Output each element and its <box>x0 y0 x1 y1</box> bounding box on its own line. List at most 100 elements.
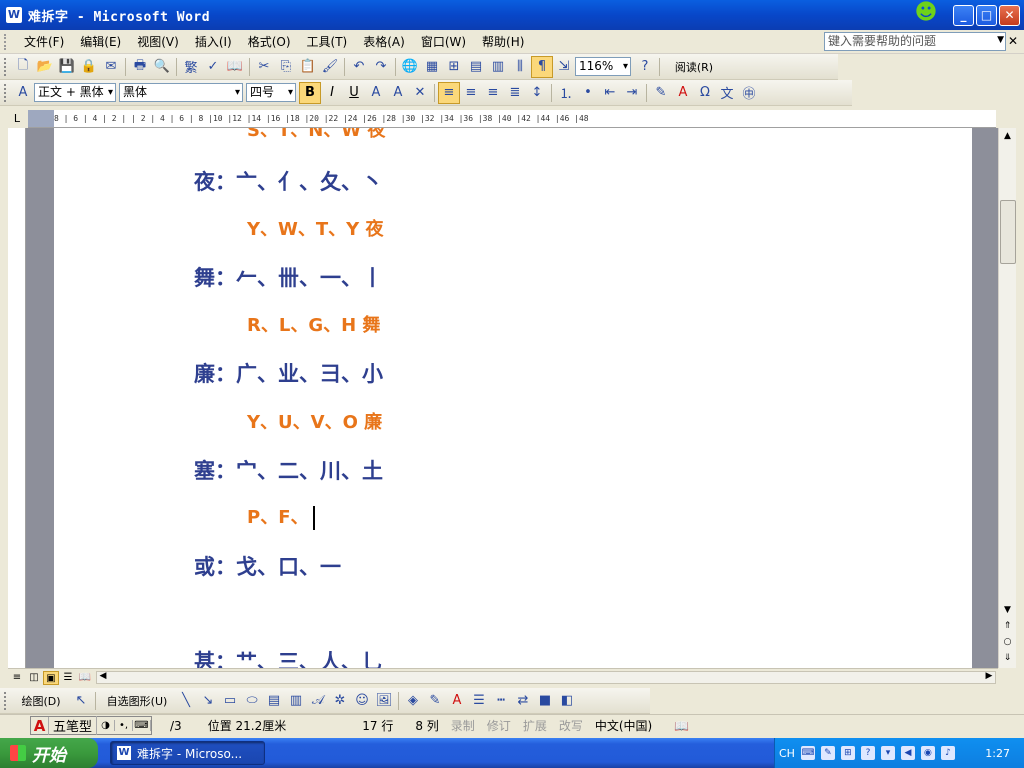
char-border-icon[interactable]: A <box>365 82 387 104</box>
font-color-icon[interactable]: A <box>672 82 694 104</box>
arrow-style-icon[interactable]: ⇄ <box>512 690 534 712</box>
start-button[interactable]: 开始 <box>0 738 98 768</box>
highlight-icon[interactable]: ✎ <box>650 82 672 104</box>
textbox-icon[interactable]: ▤ <box>263 690 285 712</box>
shadow-icon[interactable]: ■ <box>534 690 556 712</box>
phonetic-guide-icon[interactable]: 文 <box>716 82 738 104</box>
insert-excel-icon[interactable]: ▤ <box>465 56 487 78</box>
status-ext[interactable]: 扩展 <box>517 717 553 734</box>
scroll-thumb[interactable] <box>1000 200 1016 264</box>
oval-icon[interactable]: ⬭ <box>241 690 263 712</box>
reading-view-icon[interactable]: 📖 <box>77 671 93 685</box>
document-map-icon[interactable]: ¶ <box>531 55 553 78</box>
traditional-chinese-icon[interactable]: 繁 <box>180 56 202 78</box>
menu-tools[interactable]: 工具(T) <box>299 33 356 50</box>
menu-view[interactable]: 视图(V) <box>129 33 187 50</box>
vertical-ruler[interactable] <box>8 128 26 668</box>
diagram-icon[interactable]: ✲ <box>329 690 351 712</box>
options-icon[interactable]: ▾ <box>880 746 895 760</box>
fill-color-icon[interactable]: ◈ <box>402 690 424 712</box>
spelling-icon[interactable]: ✓ <box>202 56 224 78</box>
help-icon[interactable]: ? <box>860 746 875 760</box>
normal-view-icon[interactable]: ≡ <box>9 671 25 685</box>
drawing-icon[interactable]: ⫼ <box>509 56 531 78</box>
show-hide-icon[interactable]: ⇲ <box>553 56 575 78</box>
new-document-icon[interactable]: 🗋 <box>12 56 34 78</box>
menu-table[interactable]: 表格(A) <box>355 33 413 50</box>
enclose-char-icon[interactable]: ㊥ <box>738 82 760 104</box>
horizontal-ruler[interactable]: 8 | 6 | 4 | 2 | | 2 | 4 | 6 | 8 |10 |12 … <box>28 110 996 128</box>
volume-icon[interactable]: ♪ <box>940 746 955 760</box>
line-icon[interactable]: ╲ <box>175 690 197 712</box>
ime-pad-icon[interactable]: ⊞ <box>840 746 855 760</box>
browse-object-icon[interactable]: ○ <box>999 634 1016 650</box>
picture-icon[interactable]: 🖼 <box>373 690 395 712</box>
spelling-status-icon[interactable]: 📖 <box>668 719 695 733</box>
char-scale-icon[interactable]: ✕ <box>409 82 431 104</box>
toolbar-grip[interactable] <box>4 691 8 710</box>
status-trk[interactable]: 修订 <box>481 717 517 734</box>
taskbar-item-word[interactable]: W 难拆字 - Microso... <box>110 741 265 765</box>
columns-icon[interactable]: ▥ <box>487 56 509 78</box>
justify-icon[interactable]: ≣ <box>504 82 526 104</box>
menu-grip[interactable] <box>4 33 10 50</box>
menu-edit[interactable]: 编辑(E) <box>72 33 129 50</box>
line-color-icon[interactable]: ✎ <box>424 690 446 712</box>
bullets-icon[interactable]: • <box>577 82 599 104</box>
font-select[interactable]: 黑体 <box>119 83 243 102</box>
font-color-icon[interactable]: A <box>446 690 468 712</box>
align-left-icon[interactable]: ≡ <box>438 81 460 104</box>
outline-view-icon[interactable]: ☰ <box>60 671 76 685</box>
font-size-select[interactable]: 四号 <box>246 83 296 102</box>
insert-table-icon[interactable]: ⊞ <box>443 56 465 78</box>
undo-icon[interactable]: ↶ <box>348 56 370 78</box>
hyperlink-icon[interactable]: 🌐 <box>399 56 421 78</box>
align-center-icon[interactable]: ≡ <box>460 82 482 104</box>
underline-icon[interactable]: U <box>343 82 365 104</box>
toolbar-grip[interactable] <box>4 83 8 102</box>
decrease-indent-icon[interactable]: ⇤ <box>599 82 621 104</box>
autoshapes-button[interactable]: 自选图形(U) <box>99 690 175 712</box>
ime-punctuation-icon[interactable]: •, <box>115 720 134 731</box>
pen-icon[interactable]: ✎ <box>820 746 835 760</box>
language-indicator[interactable]: CH <box>779 747 795 760</box>
clock[interactable]: 1:27 <box>985 747 1010 760</box>
increase-indent-icon[interactable]: ⇥ <box>621 82 643 104</box>
print-preview-icon[interactable]: 🔍 <box>151 56 173 78</box>
close-button[interactable]: ✕ <box>999 5 1020 26</box>
close-doc-icon[interactable]: ✕ <box>1008 34 1018 48</box>
status-rec[interactable]: 录制 <box>445 717 481 734</box>
select-objects-icon[interactable]: ↖ <box>70 690 92 712</box>
vertical-scrollbar[interactable]: ▲ ▼ ⇑ ○ ⇓ <box>998 128 1016 668</box>
ime-keyboard-icon[interactable]: ⌨ <box>133 720 152 731</box>
tab-selector[interactable]: L <box>8 110 26 128</box>
read-button[interactable]: 阅读(R) <box>663 56 725 78</box>
scroll-left-icon[interactable]: ◀ <box>97 671 109 681</box>
bold-icon[interactable]: B <box>299 81 321 104</box>
next-page-icon[interactable]: ⇓ <box>999 650 1016 666</box>
document-page[interactable]: S、T、N、W 夜 夜：亠、亻、夂、丶 Y、W、T、Y 夜 舞：𠂉、卌、一、丨 … <box>54 128 972 668</box>
redo-icon[interactable]: ↷ <box>370 56 392 78</box>
line-spacing-icon[interactable]: ↕ <box>526 82 548 104</box>
menu-file[interactable]: 文件(F) <box>16 33 72 50</box>
prev-page-icon[interactable]: ⇑ <box>999 618 1016 634</box>
back-icon[interactable]: ◀ <box>900 746 915 760</box>
wordart-icon[interactable]: 𝒜 <box>307 690 329 712</box>
numbering-icon[interactable]: ⒈ <box>555 82 577 104</box>
status-ovr[interactable]: 改写 <box>553 717 589 734</box>
toolbar-grip[interactable] <box>4 57 8 76</box>
minimize-button[interactable]: _ <box>953 5 974 26</box>
vertical-textbox-icon[interactable]: ▥ <box>285 690 307 712</box>
ime-halfwidth-icon[interactable]: ◑ <box>97 720 116 731</box>
permission-icon[interactable]: 🔒 <box>78 56 100 78</box>
menu-format[interactable]: 格式(O) <box>240 33 299 50</box>
ime-toggle-icon[interactable]: A <box>31 716 49 735</box>
status-language[interactable]: 中文(中国) <box>589 717 658 734</box>
menu-insert[interactable]: 插入(I) <box>187 33 240 50</box>
zoom-select[interactable]: 116% <box>575 57 631 76</box>
symbol-icon[interactable]: Ω <box>694 82 716 104</box>
web-view-icon[interactable]: ◫ <box>26 671 42 685</box>
save-icon[interactable]: 💾 <box>56 56 78 78</box>
menu-help[interactable]: 帮助(H) <box>474 33 532 50</box>
cut-icon[interactable]: ✂ <box>253 56 275 78</box>
